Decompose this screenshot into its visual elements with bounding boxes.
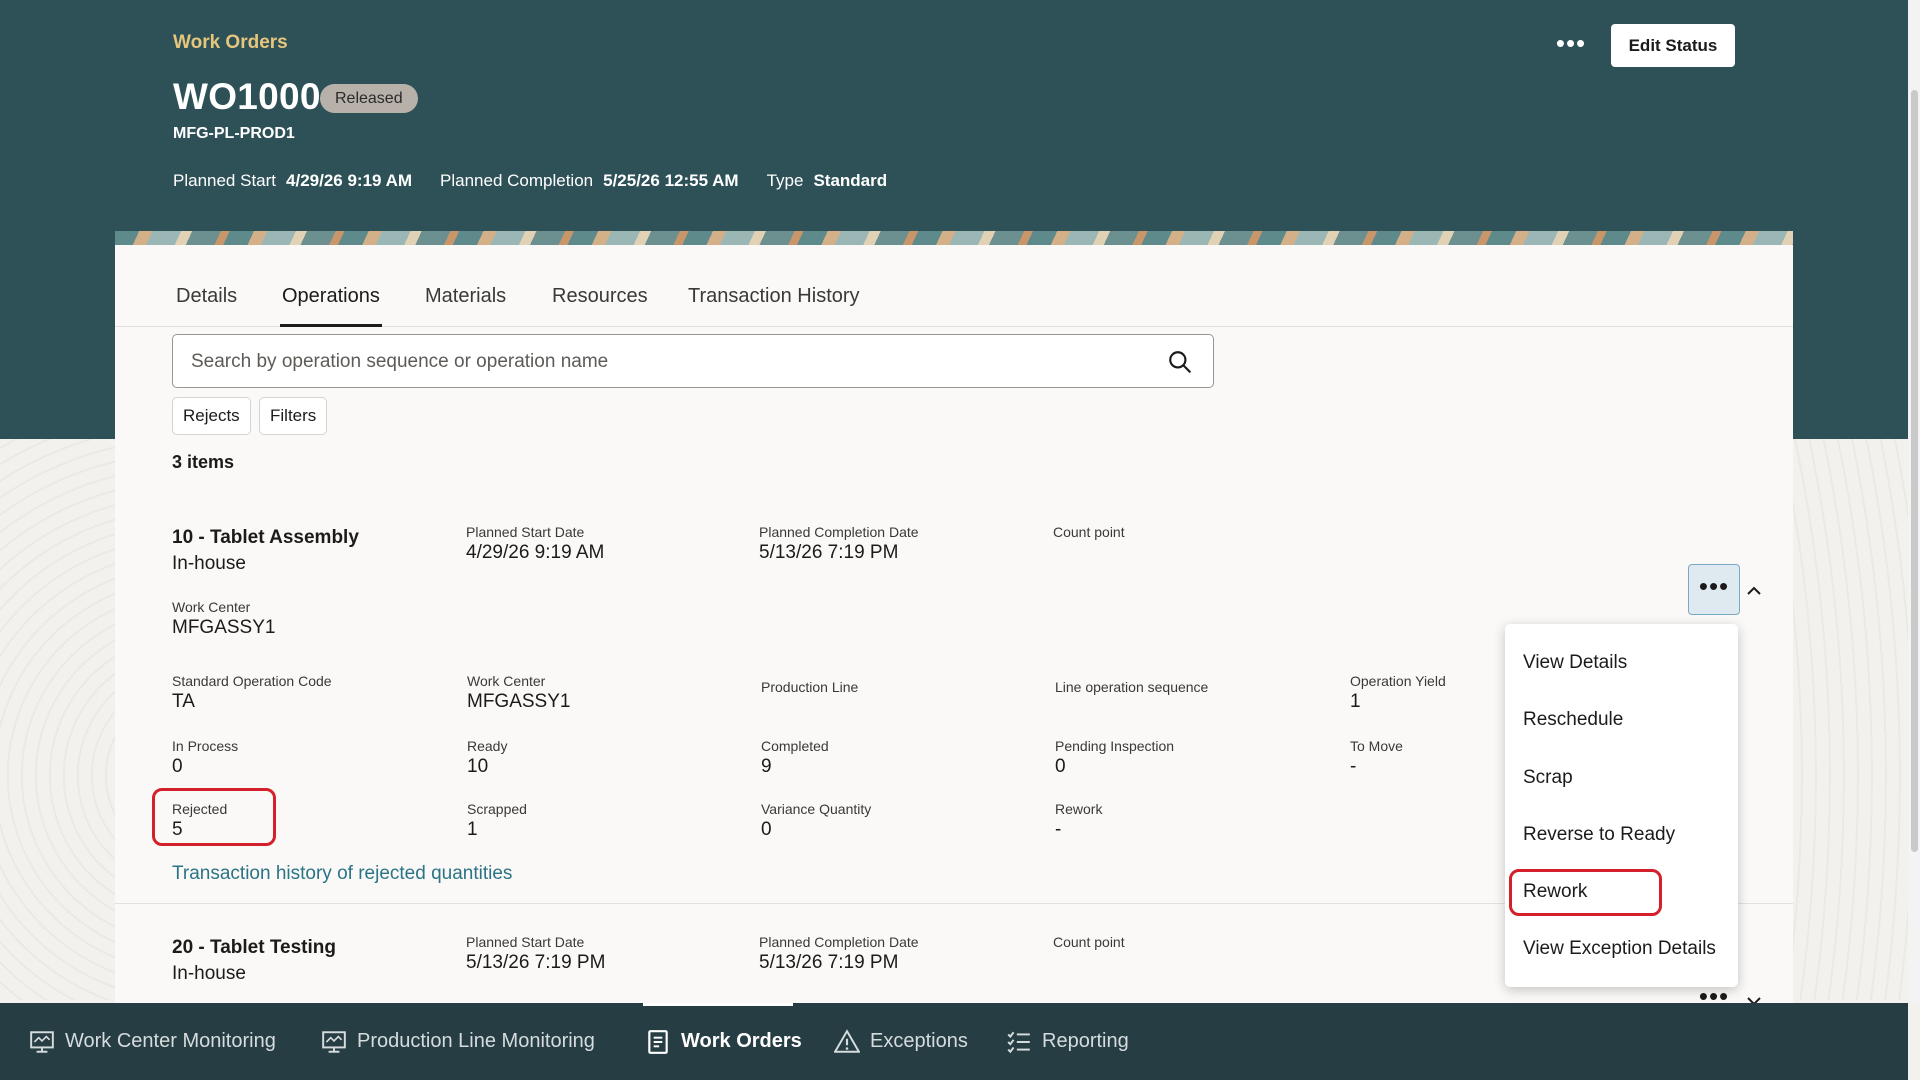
planned-completion-date-value: 5/13/26 7:19 PM <box>759 542 899 563</box>
tab-transaction-history[interactable]: Transaction History <box>688 285 860 308</box>
operation-type: In-house <box>172 553 246 574</box>
detail-value: 0 <box>172 756 183 777</box>
breadcrumb-work-orders[interactable]: Work Orders <box>173 32 288 54</box>
detail-label: Pending Inspection <box>1055 738 1175 754</box>
chevron-down-icon[interactable] <box>1746 993 1762 1003</box>
menu-item-scrap[interactable]: Scrap <box>1523 767 1573 789</box>
count-point-label: Count point <box>1053 524 1125 540</box>
nav-label: Production Line Monitoring <box>357 1030 595 1052</box>
operation-type: In-house <box>172 963 246 984</box>
chevron-up-icon[interactable] <box>1746 583 1762 599</box>
rejects-chip[interactable]: Rejects <box>172 397 251 435</box>
edit-status-button[interactable]: Edit Status <box>1611 24 1735 67</box>
detail-label: Line operation sequence <box>1055 679 1209 695</box>
planned-start-label: Planned Start <box>173 171 277 190</box>
checklist-icon <box>1007 1031 1030 1053</box>
detail-label: Scrapped <box>467 801 527 817</box>
rejected-history-link[interactable]: Transaction history of rejected quantiti… <box>172 863 512 885</box>
search-icon[interactable] <box>1167 349 1193 375</box>
planned-completion-date-value: 5/13/26 7:19 PM <box>759 952 899 973</box>
planned-start-value: 4/29/26 9:19 AM <box>286 171 413 190</box>
tab-resources[interactable]: Resources <box>552 285 648 308</box>
nav-work-orders[interactable]: Work Orders <box>645 1003 802 1080</box>
filters-chip[interactable]: Filters <box>259 397 328 435</box>
detail-value: - <box>1055 819 1062 840</box>
rework-highlight <box>1509 869 1662 916</box>
operation-title[interactable]: 10 - Tablet Assembly <box>172 527 359 549</box>
nav-label: Reporting <box>1042 1030 1129 1052</box>
nav-production-line-monitoring[interactable]: Production Line Monitoring <box>321 1003 595 1080</box>
card-decoration <box>115 231 1793 245</box>
tab-operations[interactable]: Operations <box>282 285 380 308</box>
document-icon <box>648 1029 668 1054</box>
detail-value: 1 <box>1350 691 1361 712</box>
nav-reporting[interactable]: Reporting <box>1006 1003 1129 1080</box>
planned-completion-label: Planned Completion <box>440 171 594 190</box>
tab-materials[interactable]: Materials <box>425 285 506 308</box>
type-label: Type <box>766 171 804 190</box>
tab-bar: Details Operations Materials Resources T… <box>115 245 1793 327</box>
vertical-scrollbar[interactable] <box>1908 0 1920 1003</box>
items-count: 3 items <box>172 452 235 472</box>
menu-item-reverse-to-ready[interactable]: Reverse to Ready <box>1523 824 1675 846</box>
detail-value: MFGASSY1 <box>467 691 571 712</box>
operation-actions-menu: View Details Reschedule Scrap Reverse to… <box>1505 624 1738 987</box>
detail-label: Variance Quantity <box>761 801 872 817</box>
detail-value: 10 <box>467 756 489 777</box>
count-point-label: Count point <box>1053 934 1125 950</box>
nav-work-center-monitoring[interactable]: Work Center Monitoring <box>29 1003 276 1080</box>
status-badge: Released <box>320 84 418 113</box>
type-value: Standard <box>813 171 888 190</box>
planned-completion-date-label: Planned Completion Date <box>759 934 919 950</box>
detail-value: 1 <box>467 819 478 840</box>
detail-label: Completed <box>761 738 829 754</box>
nav-label: Exceptions <box>870 1030 968 1052</box>
page-title: WO1000 <box>173 76 321 117</box>
detail-label: To Move <box>1350 738 1403 754</box>
warning-icon <box>834 1028 860 1053</box>
detail-label: Standard Operation Code <box>172 673 332 689</box>
detail-label: In Process <box>172 738 239 754</box>
scrollbar-thumb[interactable] <box>1911 90 1918 852</box>
detail-label: Ready <box>467 738 508 754</box>
search-input[interactable] <box>191 347 1131 377</box>
planned-completion-date-label: Planned Completion Date <box>759 524 919 540</box>
detail-value: 0 <box>1055 756 1066 777</box>
detail-value: TA <box>172 691 195 712</box>
header-more-actions-button[interactable]: ••• <box>1548 26 1594 66</box>
menu-item-view-details[interactable]: View Details <box>1523 652 1627 674</box>
monitor-icon <box>30 1030 54 1053</box>
detail-value: 0 <box>761 819 772 840</box>
detail-value: - <box>1350 756 1357 777</box>
work-order-subtitle: MFG-PL-PROD1 <box>173 125 295 142</box>
detail-label: Work Center <box>467 673 546 689</box>
nav-exceptions[interactable]: Exceptions <box>834 1003 968 1080</box>
operation-actions-button[interactable]: ••• <box>1688 564 1740 615</box>
work-center-value: MFGASSY1 <box>172 617 276 638</box>
bottom-navigation: Work Center Monitoring Production Line M… <box>0 1003 1908 1080</box>
monitor-icon <box>322 1030 346 1053</box>
operation-title[interactable]: 20 - Tablet Testing <box>172 937 336 959</box>
menu-item-view-exception-details[interactable]: View Exception Details <box>1523 938 1716 960</box>
tab-details[interactable]: Details <box>176 285 237 308</box>
planned-completion-value: 5/25/26 12:55 AM <box>603 171 739 190</box>
detail-label: Rework <box>1055 801 1103 817</box>
planned-start-date-label: Planned Start Date <box>466 934 585 950</box>
work-center-label: Work Center <box>172 599 251 615</box>
active-tab-indicator <box>280 324 382 327</box>
planned-start-date-value: 5/13/26 7:19 PM <box>466 952 606 973</box>
nav-label: Work Orders <box>681 1030 802 1052</box>
detail-label: Operation Yield <box>1350 673 1446 689</box>
work-order-meta: Planned Start 4/29/26 9:19 AM Planned Com… <box>173 171 887 191</box>
menu-item-reschedule[interactable]: Reschedule <box>1523 709 1623 731</box>
detail-value: 9 <box>761 756 772 777</box>
search-field[interactable] <box>172 334 1214 388</box>
planned-start-date-label: Planned Start Date <box>466 524 585 540</box>
detail-label: Production Line <box>761 679 859 695</box>
planned-start-date-value: 4/29/26 9:19 AM <box>466 542 605 563</box>
nav-label: Work Center Monitoring <box>65 1030 276 1052</box>
rejected-highlight <box>152 788 276 846</box>
